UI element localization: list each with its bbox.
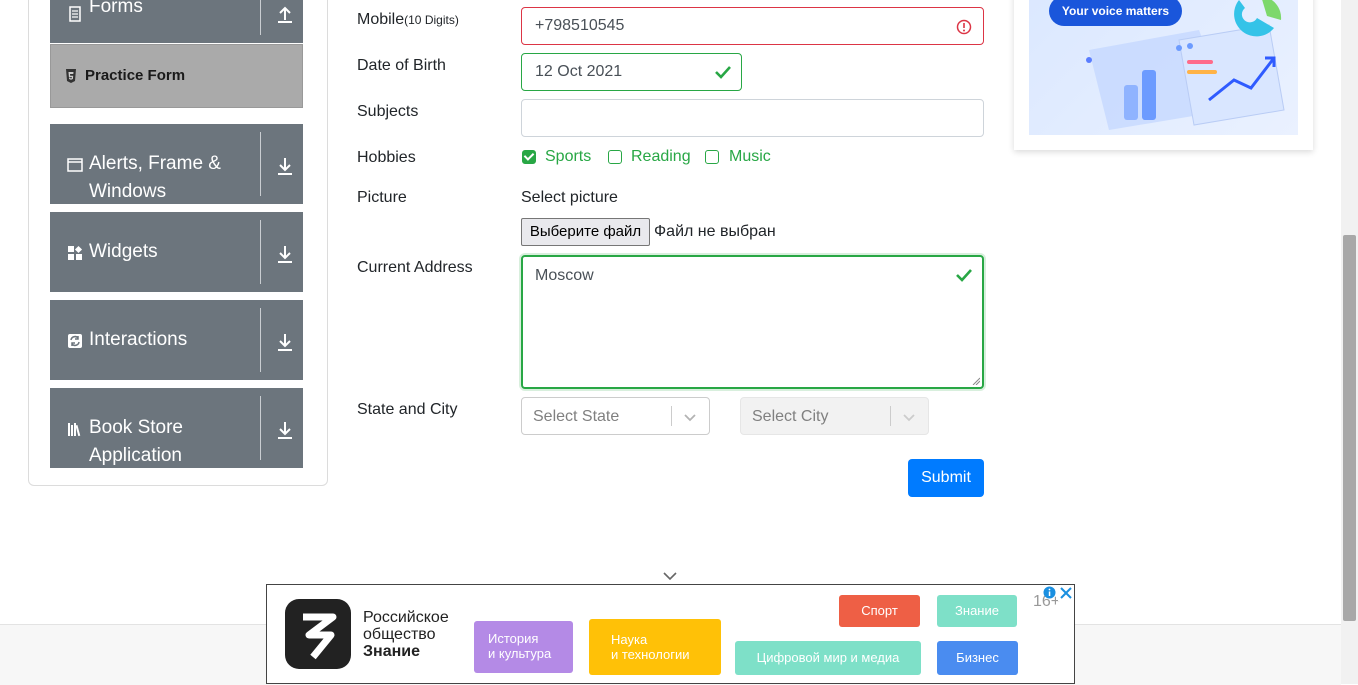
chart-illustration-icon: [1086, 0, 1285, 130]
mobile-label: Mobile(10 Digits): [357, 11, 459, 29]
sidebar-group-widgets[interactable]: Widgets: [50, 212, 303, 292]
sidebar-group-label-line1: Book Store: [89, 417, 183, 438]
state-select[interactable]: Select State: [521, 397, 710, 435]
bottom-ad-banner[interactable]: Российское общество Знание История и кул…: [266, 584, 1075, 684]
tile-digital-world[interactable]: Цифровой мир и медиа: [735, 641, 921, 675]
city-placeholder: Select City: [752, 408, 829, 425]
picture-label: Picture: [357, 189, 407, 206]
resize-handle-icon[interactable]: [972, 377, 980, 385]
brand-line2: общество: [363, 626, 436, 643]
hobbies-label: Hobbies: [357, 149, 416, 166]
divider: [890, 406, 891, 426]
divider: [260, 396, 261, 460]
divider: [260, 220, 261, 284]
tile-business[interactable]: Бизнес: [937, 641, 1018, 675]
book-icon: [68, 423, 81, 437]
practice-form-label: Practice Form: [85, 67, 186, 84]
window-icon: [67, 158, 83, 172]
tile-history[interactable]: История и культура: [474, 621, 573, 673]
dob-label: Date of Birth: [357, 57, 446, 74]
sidebar-item-practice-form[interactable]: Practice Form: [50, 44, 303, 108]
date-of-birth-input[interactable]: 12 Oct 2021: [521, 53, 742, 91]
sidebar-group-label-line2: Application: [89, 445, 182, 466]
divider: [260, 0, 261, 35]
file-status: Файл не выбран: [654, 223, 776, 240]
music-checkbox[interactable]: [705, 150, 719, 164]
mobile-label-text: Mobile: [357, 11, 405, 28]
subjects-input[interactable]: [521, 99, 984, 137]
znanie-brand: Российское общество Знание: [363, 609, 449, 660]
submit-button[interactable]: Submit: [908, 459, 984, 497]
error-icon: [956, 19, 972, 35]
znanie-logo-icon: [285, 599, 351, 669]
dob-value: 12 Oct 2021: [535, 63, 623, 80]
interactions-icon: [68, 334, 82, 348]
widgets-icon: [68, 245, 83, 260]
sidebar-group-label-line2: Windows: [89, 181, 167, 202]
sidebar-group-label: Interactions: [89, 329, 188, 350]
tile-text: и технологии: [611, 647, 690, 662]
brand-line3: Знание: [363, 643, 420, 660]
arrow-down-icon[interactable]: [275, 420, 295, 440]
arrow-down-icon[interactable]: [275, 244, 295, 264]
ad-illustration: Your voice matters: [1029, 0, 1298, 135]
city-select[interactable]: Select City: [740, 397, 929, 435]
brand-line1: Российское: [363, 609, 449, 626]
sidebar-group-interactions[interactable]: Interactions: [50, 300, 303, 380]
mobile-field[interactable]: +798510545: [521, 7, 984, 45]
sports-checkbox[interactable]: [522, 150, 536, 164]
top-ad[interactable]: Your voice matters: [1014, 0, 1313, 150]
subjects-label: Subjects: [357, 103, 419, 120]
tile-text: История: [488, 631, 539, 646]
mobile-value: +798510545: [535, 17, 625, 34]
current-address-textarea[interactable]: Moscow: [521, 255, 984, 389]
address-value: Moscow: [535, 267, 594, 284]
divider: [260, 132, 261, 196]
choose-file-button[interactable]: Выберите файл: [521, 218, 650, 246]
check-icon: [715, 66, 731, 79]
divider: [260, 308, 261, 372]
reading-checkbox[interactable]: [608, 150, 622, 164]
music-label[interactable]: Music: [729, 148, 771, 166]
tile-science[interactable]: Наука и технологии: [589, 619, 721, 675]
select-picture-label: Select picture: [521, 189, 618, 206]
sports-label[interactable]: Sports: [545, 148, 591, 166]
tile-text: Наука: [611, 632, 648, 647]
sidebar-group-label: Widgets: [89, 241, 158, 262]
arrow-down-icon[interactable]: [275, 156, 295, 176]
tile-sport[interactable]: Спорт: [839, 595, 920, 627]
scrollbar-thumb[interactable]: [1343, 235, 1356, 621]
chevron-down-icon[interactable]: [682, 409, 698, 425]
state-placeholder: Select State: [533, 408, 620, 425]
reading-label[interactable]: Reading: [631, 148, 691, 166]
arrow-up-icon[interactable]: [275, 4, 295, 24]
state-city-label: State and City: [357, 401, 458, 418]
mobile-hint: (10 Digits): [404, 13, 459, 27]
tile-znanie[interactable]: Знание: [937, 595, 1017, 627]
form-icon: [69, 6, 81, 22]
tile-text: и культура: [488, 646, 552, 661]
chevron-down-icon[interactable]: [662, 570, 678, 582]
sidebar-group-forms[interactable]: Forms: [50, 0, 303, 43]
sidebar-group-book-store[interactable]: Book Store Application: [50, 388, 303, 468]
check-icon: [956, 269, 972, 282]
address-label: Current Address: [357, 259, 473, 276]
sidebar-group-label: Forms: [89, 0, 143, 17]
chevron-down-icon[interactable]: [901, 409, 917, 425]
arrow-down-icon[interactable]: [275, 332, 295, 352]
close-icon[interactable]: [1058, 585, 1074, 601]
sidebar-group-label-line1: Alerts, Frame &: [89, 153, 221, 174]
divider: [671, 406, 672, 426]
html5-icon: [66, 69, 76, 83]
info-icon[interactable]: [1042, 585, 1057, 600]
sidebar-group-alerts-frame-windows[interactable]: Alerts, Frame & Windows: [50, 124, 303, 204]
